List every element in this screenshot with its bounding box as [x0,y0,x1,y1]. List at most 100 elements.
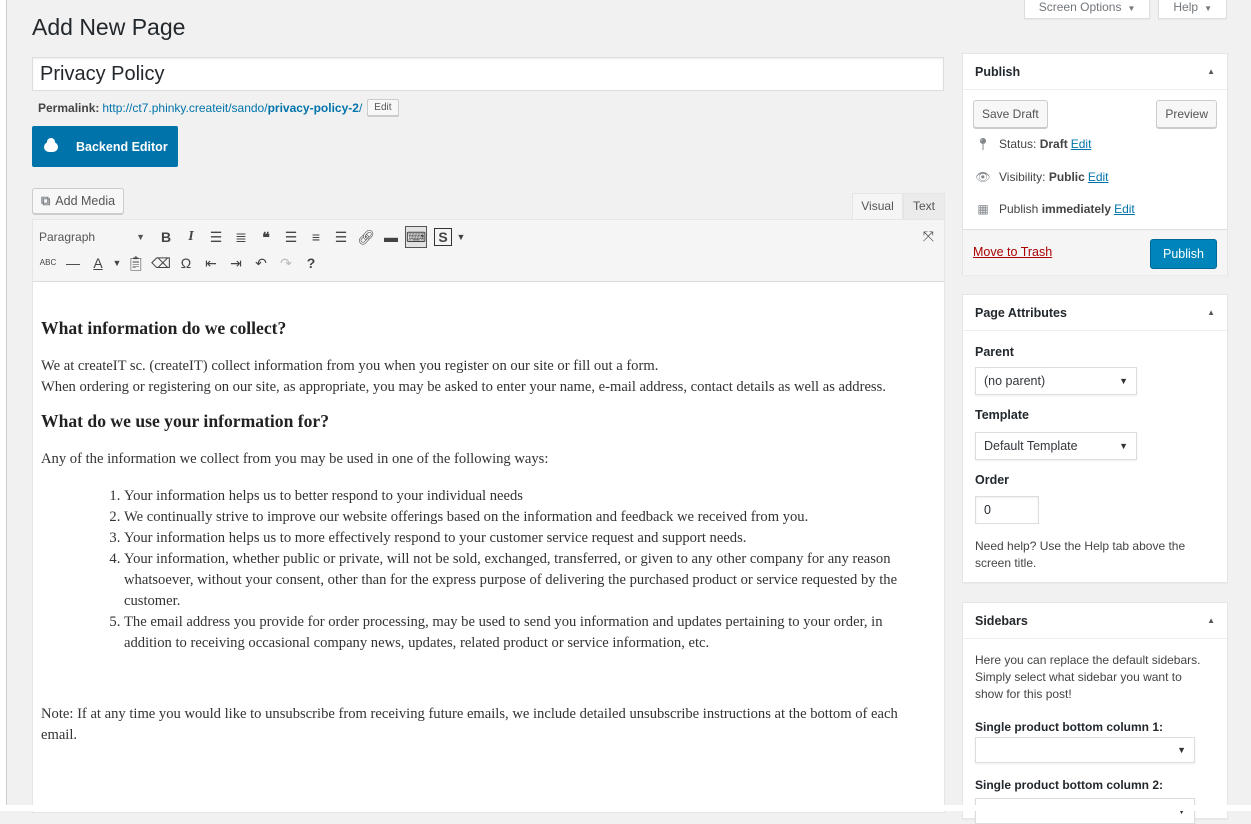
publish-date-edit-link[interactable]: Edit [1114,202,1135,216]
parent-select-value: (no parent) [984,374,1046,388]
add-media-button[interactable]: ⧉ Add Media [32,188,125,214]
order-label: Order [975,473,1010,487]
template-select[interactable]: Default Template ▼ [975,432,1137,460]
page-attributes-header[interactable]: Page Attributes ▲ [963,295,1227,331]
permalink-link[interactable]: http://ct7.phinky.createit/sando/privacy… [102,101,362,115]
clear-formatting-icon[interactable]: ⌫ [150,252,172,274]
cloud-icon [44,137,58,152]
undo-icon[interactable]: ↶ [250,252,272,274]
publish-button[interactable]: Publish [1150,239,1217,269]
permalink-slug: privacy-policy-2 [267,100,359,115]
permalink-trail: / [358,100,363,115]
format-select-value: Paragraph [39,230,96,244]
permalink-label: Permalink: [38,100,100,115]
caret-down-icon[interactable]: ▼ [112,252,122,274]
indent-icon[interactable]: ⇥ [225,252,247,274]
page-attributes-title: Page Attributes [975,305,1067,320]
numbered-list-icon[interactable]: ≣ [230,226,252,248]
list-item: Your information helps us to better resp… [124,486,931,507]
content-paragraph: We at createIT sc. (createIT) collect in… [41,358,659,374]
single-product-column2-label: Single product bottom column 2: [975,778,1163,792]
single-product-column2-select[interactable]: ▼ [975,798,1195,824]
status-value: Draft [1039,137,1068,151]
help-icon[interactable]: ? [300,252,322,274]
permalink-edit-button[interactable]: Edit [367,99,399,116]
help-button[interactable]: Help ▼ [1158,0,1227,19]
move-to-trash-link[interactable]: Move to Trash [973,245,1052,259]
paste-text-icon[interactable]: 📋︎ [125,252,147,274]
redo-icon[interactable]: ↷ [275,252,297,274]
content-heading: What information do we collect? [41,318,287,338]
sidebars-title: Sidebars [975,613,1028,628]
template-select-value: Default Template [984,439,1078,453]
permalink: Permalink: http://ct7.phinky.createit/sa… [38,99,399,116]
content-paragraph: When ordering or registering on our site… [41,379,886,395]
caret-down-icon[interactable]: ▼ [456,226,466,248]
read-more-icon[interactable]: ▬ [380,226,402,248]
outdent-icon[interactable]: ⇤ [200,252,222,274]
permalink-base: http://ct7.phinky.createit/sando/ [102,100,268,115]
editor-toolbar: Paragraph ▼ B I ☰ ≣ ❝ ☰ ≡ ☰ 🔗︎ ▬ ⌨ S ▼ AB… [33,220,944,282]
caret-down-icon: ▼ [136,232,145,242]
preview-button[interactable]: Preview [1156,100,1217,128]
fullscreen-icon[interactable]: ⤧ [923,228,934,245]
screen-options-button[interactable]: Screen Options ▼ [1023,0,1151,19]
caret-down-icon: ▼ [1177,745,1186,755]
single-product-column1-select[interactable]: ▼ [975,737,1195,763]
publish-box-header[interactable]: Publish ▲ [963,54,1227,90]
page-attributes-help: Need help? Use the Help tab above the sc… [975,539,1186,570]
horizontal-line-icon[interactable]: — [62,252,84,274]
shortcode-icon[interactable]: S [434,228,452,246]
align-center-icon[interactable]: ≡ [305,226,327,248]
bottom-edge [0,805,1251,811]
order-input[interactable]: 0 [975,496,1039,524]
list-item: Your information helps us to more effect… [124,528,931,549]
italic-icon[interactable]: I [180,226,202,248]
help-label: Help [1173,0,1199,14]
align-left-icon[interactable]: ☰ [280,226,302,248]
tab-text[interactable]: Text [903,193,945,220]
publish-date-row: ▦ Publish immediately Edit [975,202,1135,216]
bullet-list-icon[interactable]: ☰ [205,226,227,248]
text-color-icon[interactable]: A [87,252,109,274]
sidebars-header[interactable]: Sidebars ▲ [963,603,1227,639]
strikethrough-icon[interactable]: ABC [37,252,59,274]
visibility-row: 👁︎ Visibility: Public Edit [975,170,1109,184]
tab-visual[interactable]: Visual [852,193,903,220]
align-right-icon[interactable]: ☰ [330,226,352,248]
caret-down-icon: ▼ [1119,376,1128,386]
calendar-icon: ▦ [977,202,989,216]
visibility-edit-link[interactable]: Edit [1088,170,1109,184]
single-product-column1-label: Single product bottom column 1: [975,720,1163,734]
pin-icon: 📍︎ [975,137,991,151]
toolbar-toggle-icon[interactable]: ⌨ [405,226,427,248]
visibility-value: Public [1048,170,1085,184]
publish-box-title: Publish [975,64,1021,79]
collapse-arrow-icon[interactable]: ▲ [1207,616,1215,625]
editor-content[interactable]: What information do we collect? We at cr… [41,310,931,746]
format-select[interactable]: Paragraph ▼ [37,226,155,248]
blockquote-icon[interactable]: ❝ [255,226,277,248]
post-title-input[interactable]: Privacy Policy [32,57,944,91]
collapse-arrow-icon[interactable]: ▲ [1207,67,1215,76]
screen-meta-links: Screen Options ▼ Help ▼ [1023,0,1227,19]
page-attributes-box: Page Attributes ▲ Parent (no parent) ▼ Te… [962,294,1228,583]
special-character-icon[interactable]: Ω [175,252,197,274]
sidebars-description: Here you can replace the default sidebar… [975,653,1201,701]
backend-editor-button[interactable]: Backend Editor [32,126,178,167]
link-icon[interactable]: 🔗︎ [355,226,377,248]
content-heading: What do we use your information for? [41,411,330,431]
status-edit-link[interactable]: Edit [1071,137,1092,151]
bold-icon[interactable]: B [155,226,177,248]
save-draft-button[interactable]: Save Draft [973,100,1048,128]
list-item: Your information, whether public or priv… [124,549,931,612]
caret-down-icon: ▼ [1204,4,1212,13]
content-paragraph: Note: If at any time you would like to u… [41,706,898,743]
list-item: We continually strive to improve our web… [124,507,931,528]
collapse-arrow-icon[interactable]: ▲ [1207,308,1215,317]
publish-date-value: immediately [1041,202,1112,216]
parent-select[interactable]: (no parent) ▼ [975,367,1137,395]
publish-actions: Move to Trash Publish [963,229,1227,275]
status-label: Status: [999,137,1037,151]
eye-icon: 👁︎ [975,170,991,184]
